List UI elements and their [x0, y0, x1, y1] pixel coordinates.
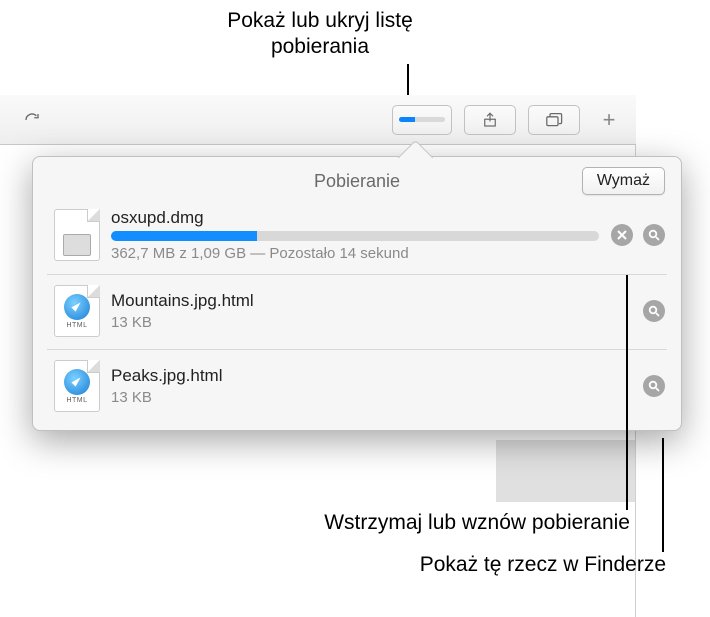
- download-status: 13 KB: [111, 314, 631, 331]
- popover-header: Pobieranie Wymaż: [33, 171, 681, 198]
- reload-button[interactable]: [18, 106, 46, 134]
- download-actions: [643, 375, 665, 397]
- download-row: HTML Mountains.jpg.html 13 KB: [47, 275, 667, 350]
- callout-line-reveal: [662, 438, 664, 552]
- file-ext-label: HTML: [66, 322, 87, 329]
- pause-download-button[interactable]: [611, 224, 633, 246]
- browser-toolbar: +: [0, 95, 636, 145]
- callout-reveal-in-finder: Pokaż tę rzecz w Finderze: [236, 552, 666, 578]
- safari-compass-icon: [64, 369, 90, 395]
- download-actions: [643, 300, 665, 322]
- download-status: 362,7 MB z 1,09 GB — Pozostało 14 sekund: [111, 245, 599, 262]
- download-filename: osxupd.dmg: [111, 208, 599, 228]
- reveal-in-finder-button[interactable]: [643, 375, 665, 397]
- downloads-toolbar-progress: [399, 117, 445, 122]
- file-icon-html: HTML: [54, 360, 100, 412]
- reveal-in-finder-button[interactable]: [643, 224, 665, 246]
- download-progress-fill: [111, 231, 257, 241]
- download-filename: Mountains.jpg.html: [111, 291, 631, 311]
- file-ext-label: HTML: [66, 397, 87, 404]
- magnifier-icon: [648, 305, 660, 317]
- disk-icon: [63, 234, 91, 256]
- stop-icon: [617, 230, 627, 240]
- tabs-icon: [544, 112, 564, 128]
- file-icon-dmg: [54, 209, 100, 261]
- downloads-popover: Pobieranie Wymaż osxupd.dmg 362,7 MB z 1…: [32, 156, 682, 431]
- download-meta: Mountains.jpg.html 13 KB: [111, 291, 637, 331]
- download-meta: Peaks.jpg.html 13 KB: [111, 366, 637, 406]
- download-progress: [111, 231, 599, 241]
- callout-line-pause: [626, 275, 628, 510]
- magnifier-icon: [648, 229, 660, 241]
- downloads-list: osxupd.dmg 362,7 MB z 1,09 GB — Pozostał…: [33, 198, 681, 424]
- share-icon: [481, 111, 499, 129]
- download-row: osxupd.dmg 362,7 MB z 1,09 GB — Pozostał…: [47, 198, 667, 275]
- reveal-in-finder-button[interactable]: [643, 300, 665, 322]
- download-meta: osxupd.dmg 362,7 MB z 1,09 GB — Pozostał…: [111, 208, 605, 262]
- tabs-button[interactable]: [528, 105, 580, 135]
- clear-button[interactable]: Wymaż: [582, 167, 665, 195]
- download-actions: [611, 224, 665, 246]
- background-panel: [496, 440, 636, 502]
- download-row: HTML Peaks.jpg.html 13 KB: [47, 350, 667, 424]
- reload-icon: [23, 111, 41, 129]
- file-icon-html: HTML: [54, 285, 100, 337]
- safari-compass-icon: [64, 294, 90, 320]
- popover-title: Pobieranie: [314, 171, 400, 192]
- downloads-button[interactable]: [392, 105, 452, 135]
- download-filename: Peaks.jpg.html: [111, 366, 631, 386]
- callout-pause-download: Wstrzymaj lub wznów pobieranie: [200, 510, 630, 536]
- callout-toggle-downloads: Pokaż lub ukryj listę pobierania: [200, 8, 440, 61]
- magnifier-icon: [648, 380, 660, 392]
- new-tab-button[interactable]: +: [592, 105, 626, 135]
- plus-icon: +: [603, 107, 616, 133]
- share-button[interactable]: [464, 105, 516, 135]
- downloads-toolbar-progress-fill: [399, 117, 415, 122]
- download-status: 13 KB: [111, 389, 631, 406]
